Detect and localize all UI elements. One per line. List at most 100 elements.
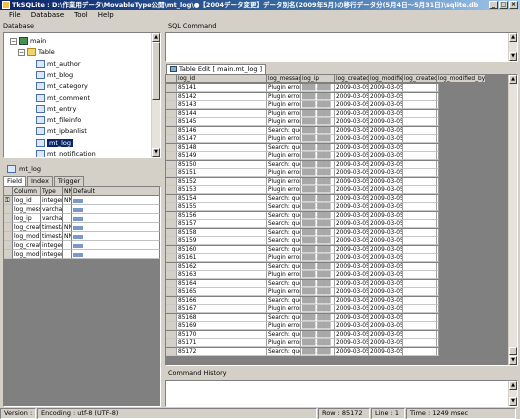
cell-log-id[interactable]: 85155 bbox=[177, 203, 267, 211]
cell-log-created-by[interactable] bbox=[403, 92, 437, 101]
cell-log-message[interactable]: Search: query for 'ｎｍﾌﾞﾛ' bbox=[267, 330, 301, 339]
cell-log-modified-by[interactable] bbox=[437, 194, 439, 203]
tree-item-mt-fileinfo[interactable]: mt_fileinfo bbox=[36, 115, 81, 126]
cell-log-created-by[interactable] bbox=[403, 279, 437, 288]
cell-log-modified-by[interactable] bbox=[437, 135, 439, 143]
table-row[interactable]: 85143Plugin error: /virtual/www/mt/███.█… bbox=[166, 101, 439, 109]
grid-scrollbar[interactable]: ▲ ▼ bbox=[508, 75, 517, 365]
maximize-button[interactable]: □ bbox=[499, 1, 508, 9]
cell-log-created[interactable]: 2009-03-05 bbox=[335, 220, 369, 228]
cell-log-modified-by[interactable] bbox=[437, 305, 439, 313]
cell-log-modified[interactable]: 2009-03-05 bbox=[369, 143, 403, 152]
cell-log-created-by[interactable] bbox=[403, 194, 437, 203]
cell-log-modified-by[interactable] bbox=[437, 109, 439, 118]
cell-log-id[interactable]: 85154 bbox=[177, 194, 267, 203]
cell-log-created[interactable]: 2009-03-05 bbox=[335, 186, 369, 194]
cell-log-created-by[interactable] bbox=[403, 109, 437, 118]
cell-log-modified[interactable]: 2009-03-05 bbox=[369, 101, 403, 109]
cell-log-created-by[interactable] bbox=[403, 313, 437, 322]
expander-icon[interactable]: − bbox=[10, 37, 17, 45]
cell-log-modified[interactable]: 2009-03-05 bbox=[369, 330, 403, 339]
cell-log-modified-by[interactable] bbox=[437, 152, 439, 160]
cell-log-created[interactable]: 2009-03-05 bbox=[335, 169, 369, 177]
cell-log-message[interactable]: Plugin error: /virtual/www/mt/ bbox=[267, 322, 301, 330]
tree-item-mt-category[interactable]: mt_category bbox=[36, 81, 88, 92]
cell-log-id[interactable]: 85168 bbox=[177, 313, 267, 322]
cell-log-created[interactable]: 2009-03-05 bbox=[335, 203, 369, 211]
cell-log-ip[interactable]: ███.███ bbox=[301, 305, 335, 313]
cell-log-modified-by[interactable] bbox=[437, 347, 439, 356]
expander-icon[interactable]: − bbox=[18, 48, 25, 56]
cell-log-message[interactable]: Search: query for 'ｎｍﾌﾞﾛｸﾞ' bbox=[267, 296, 301, 305]
cell-log-created[interactable]: 2009-03-05 bbox=[335, 118, 369, 126]
cell-log-ip[interactable]: ███.███ bbox=[301, 126, 335, 135]
cell-log-created[interactable]: 2009-03-05 bbox=[335, 254, 369, 262]
scroll-down-button[interactable]: ▼ bbox=[509, 356, 517, 365]
scroll-up-button[interactable]: ▲ bbox=[509, 75, 517, 84]
cell-log-created-by[interactable] bbox=[403, 101, 437, 109]
sql-command-input[interactable]: ▲ ▼ bbox=[165, 32, 518, 62]
cell-log-modified[interactable]: 2009-03-05 bbox=[369, 254, 403, 262]
table-row[interactable]: 85152Plugin error: /virtual/www/mt/███.█… bbox=[166, 177, 439, 186]
cell-log-message[interactable]: Plugin error: /virtual/www/mt/ bbox=[267, 101, 301, 109]
cell-log-modified-by[interactable] bbox=[437, 211, 439, 220]
table-row[interactable]: 85165Plugin error: /virtual/www/mt/███.█… bbox=[166, 288, 439, 296]
cell-log-ip[interactable]: ███.███ bbox=[301, 143, 335, 152]
table-row[interactable]: 85168Search: query for 'ｽﾍﾟ'███.███2009-… bbox=[166, 313, 439, 322]
cell-log-created[interactable]: 2009-03-05 bbox=[335, 271, 369, 279]
cell-log-message[interactable]: Plugin error: /virtual/www/mt/ bbox=[267, 177, 301, 186]
cell-log-message[interactable]: Plugin error: /virtual/www/mt/ bbox=[267, 254, 301, 262]
cell-log-modified[interactable]: 2009-03-05 bbox=[369, 271, 403, 279]
cell-log-id[interactable]: 85153 bbox=[177, 186, 267, 194]
cell-log-modified[interactable]: 2009-03-05 bbox=[369, 152, 403, 160]
cell-log-ip[interactable]: ███.███ bbox=[301, 288, 335, 296]
table-row[interactable]: 85170Search: query for 'ｎｍﾌﾞﾛ'███.███200… bbox=[166, 330, 439, 339]
cell-log-created[interactable]: 2009-03-05 bbox=[335, 152, 369, 160]
cell-log-created[interactable]: 2009-03-05 bbox=[335, 279, 369, 288]
cell-log-created[interactable]: 2009-03-05 bbox=[335, 109, 369, 118]
cell-log-created-by[interactable] bbox=[403, 152, 437, 160]
cell-log-created-by[interactable] bbox=[403, 339, 437, 347]
scroll-down-button[interactable]: ▼ bbox=[152, 148, 160, 157]
cell-log-id[interactable]: 85141 bbox=[177, 84, 267, 92]
cell-log-message[interactable]: Plugin error: /virtual/www/mt/ bbox=[267, 339, 301, 347]
cell-log-id[interactable]: 85147 bbox=[177, 135, 267, 143]
cell-log-message[interactable]: Search: query for 'ﾃﾞｰﾀﾍﾞｰｽ' bbox=[267, 228, 301, 237]
cell-log-modified-by[interactable] bbox=[437, 288, 439, 296]
cell-log-modified-by[interactable] bbox=[437, 177, 439, 186]
cell-log-modified[interactable]: 2009-03-05 bbox=[369, 160, 403, 169]
cell-log-ip[interactable]: ███.███ bbox=[301, 160, 335, 169]
cell-log-created[interactable]: 2009-03-05 bbox=[335, 211, 369, 220]
cell-log-created[interactable]: 2009-03-05 bbox=[335, 160, 369, 169]
cell-log-created[interactable]: 2009-03-05 bbox=[335, 245, 369, 254]
cell-log-message[interactable]: Search: query for 'ｻﾝﾌﾟ' bbox=[267, 211, 301, 220]
sql-scrollbar[interactable]: ▲ ▼ bbox=[508, 33, 517, 61]
cell-log-created-by[interactable] bbox=[403, 262, 437, 271]
cell-log-created-by[interactable] bbox=[403, 271, 437, 279]
table-row[interactable]: 85155Search: query for 'ﾊﾞｯｸ'███.███2009… bbox=[166, 203, 439, 211]
cell-log-modified-by[interactable] bbox=[437, 169, 439, 177]
cell-log-message[interactable]: Search: query for 'ﾃﾞｰﾀ' bbox=[267, 245, 301, 254]
cell-log-ip[interactable]: ███.███ bbox=[301, 262, 335, 271]
cell-log-created[interactable]: 2009-03-05 bbox=[335, 296, 369, 305]
table-row[interactable]: 85147Plugin error: /virtual/www/mt/███.█… bbox=[166, 135, 439, 143]
table-row[interactable]: 85156Search: query for 'ｻﾝﾌﾟ'███.███2009… bbox=[166, 211, 439, 220]
cell-log-ip[interactable]: ███.███ bbox=[301, 237, 335, 245]
tab-field[interactable]: Field bbox=[3, 176, 27, 186]
cell-log-created-by[interactable] bbox=[403, 245, 437, 254]
cell-log-ip[interactable]: ███.███ bbox=[301, 220, 335, 228]
cell-log-created-by[interactable] bbox=[403, 330, 437, 339]
cell-log-id[interactable]: 85162 bbox=[177, 262, 267, 271]
cell-log-id[interactable]: 85161 bbox=[177, 254, 267, 262]
cell-log-ip[interactable]: ███.███ bbox=[301, 135, 335, 143]
cell-log-created-by[interactable] bbox=[403, 84, 437, 92]
cell-log-created-by[interactable] bbox=[403, 169, 437, 177]
minimize-button[interactable]: _ bbox=[489, 1, 498, 9]
cell-log-message[interactable]: Search: query for 'ピベ' bbox=[267, 143, 301, 152]
cell-log-created[interactable]: 2009-03-05 bbox=[335, 305, 369, 313]
cell-log-modified-by[interactable] bbox=[437, 186, 439, 194]
cell-log-message[interactable]: Plugin error: /virtual/www/mt/ bbox=[267, 135, 301, 143]
cell-log-message[interactable]: Search: query for 'ﾌﾟﾗｸﾞ' bbox=[267, 220, 301, 228]
cell-log-id[interactable]: 85163 bbox=[177, 271, 267, 279]
cell-log-modified[interactable]: 2009-03-05 bbox=[369, 177, 403, 186]
